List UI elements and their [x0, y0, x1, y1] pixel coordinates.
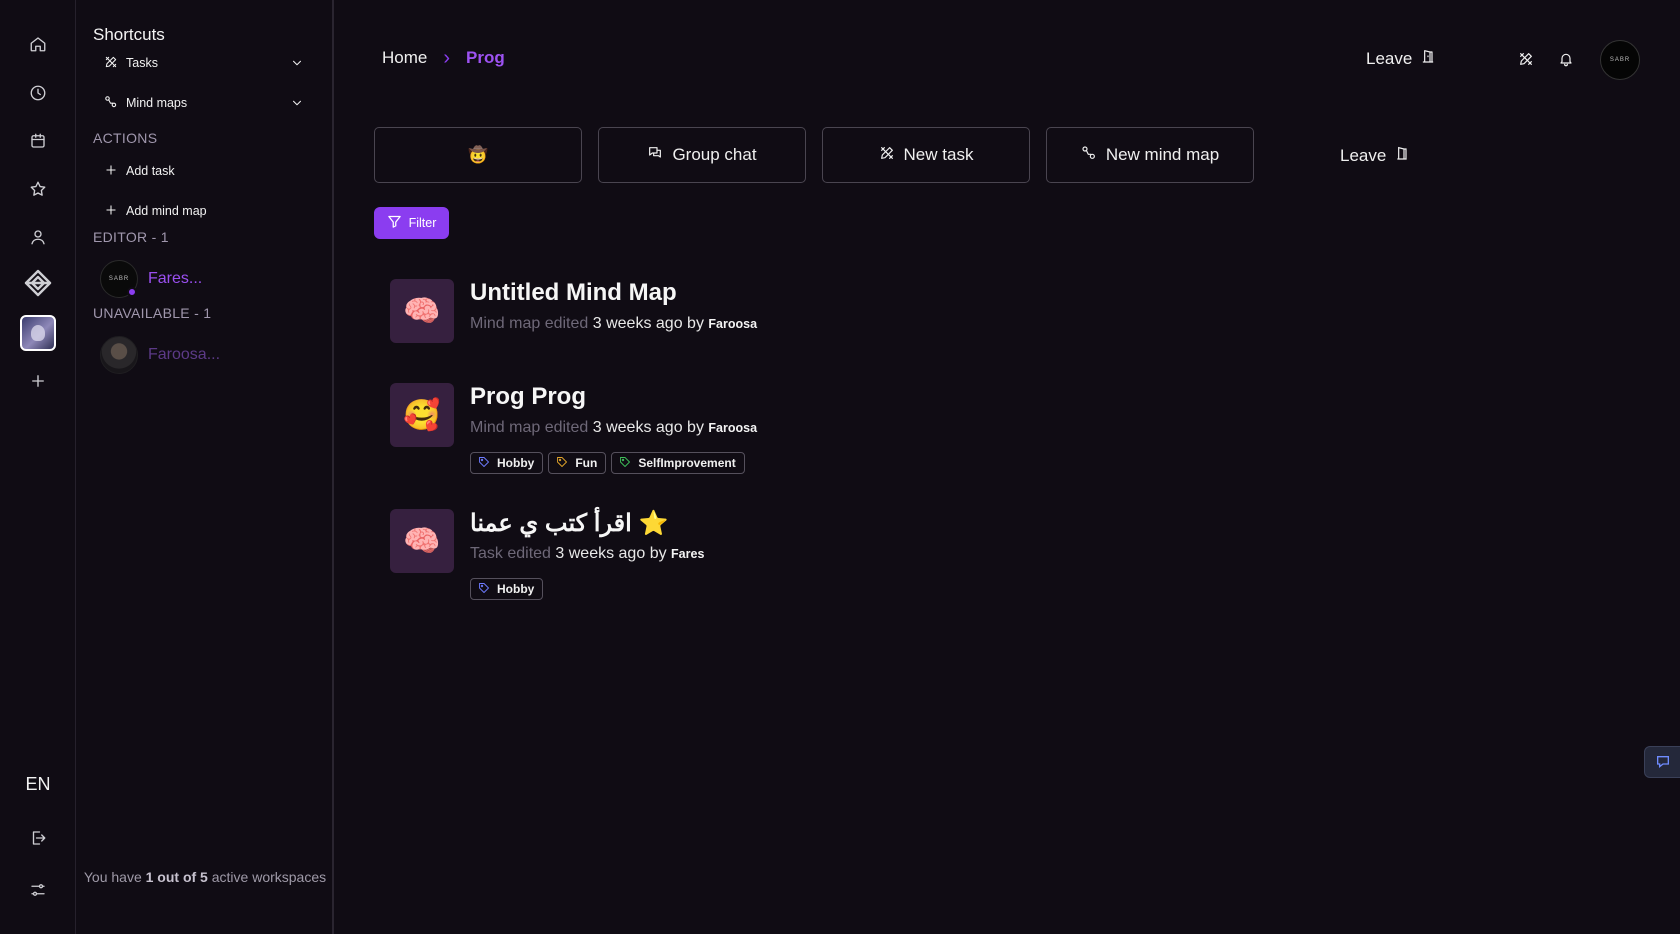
new-task-button[interactable]: New task	[822, 127, 1030, 183]
settings-sliders-icon[interactable]	[20, 872, 56, 908]
online-status-dot	[127, 287, 137, 297]
add-mind-map-label: Add mind map	[126, 204, 207, 218]
shortcut-mind-maps[interactable]: Mind maps	[104, 91, 304, 115]
leave-button[interactable]: Leave	[1340, 145, 1410, 166]
tag-fun[interactable]: Fun	[548, 452, 607, 474]
tag-selfimprovement[interactable]: SelfImprovement	[611, 452, 745, 474]
shortcut-label: Mind maps	[126, 96, 188, 110]
breadcrumb-current[interactable]: Prog	[466, 48, 505, 68]
home-icon[interactable]	[20, 26, 56, 62]
item-title[interactable]: Untitled Mind Map	[470, 279, 677, 307]
unavailable-section-title: UNAVAILABLE - 1	[93, 305, 212, 321]
tag-hobby[interactable]: Hobby	[470, 452, 544, 474]
workspace-limit-note: You have 1 out of 5 active workspaces	[83, 869, 327, 885]
logout-icon[interactable]	[20, 820, 56, 856]
tag-hobby[interactable]: Hobby	[470, 578, 544, 600]
plus-icon	[104, 203, 118, 220]
star-emoji: ⭐	[638, 510, 669, 537]
new-task-label: New task	[903, 145, 974, 164]
item-title[interactable]: Prog Prog	[470, 383, 586, 411]
language-switcher[interactable]: EN	[0, 774, 76, 795]
user-icon[interactable]	[20, 219, 56, 255]
shortcuts-title: Shortcuts	[93, 25, 165, 44]
add-task-button[interactable]: Add task	[104, 159, 304, 183]
calendar-icon[interactable]	[20, 123, 56, 159]
avatar-text: SABR	[1609, 57, 1631, 63]
member-editor[interactable]: SABR Fares...	[100, 258, 310, 300]
avatar-text: SABR	[108, 276, 130, 282]
workspace-emoji-button[interactable]: 🤠	[374, 127, 582, 183]
workspace-count: 1 out of 5	[145, 869, 208, 885]
filter-button[interactable]: Filter	[374, 207, 449, 239]
tag-icon	[556, 456, 568, 471]
user-avatar[interactable]: SABR	[1600, 40, 1640, 80]
item-author: Faroosa	[708, 317, 758, 331]
door-icon	[1420, 48, 1436, 69]
chevron-down-icon[interactable]	[290, 96, 304, 113]
tag-icon	[478, 456, 490, 471]
new-mind-map-button[interactable]: New mind map	[1046, 127, 1254, 183]
avatar: SABR	[100, 260, 138, 298]
group-chat-button[interactable]: Group chat	[598, 127, 806, 183]
filter-label: Filter	[408, 216, 437, 230]
door-icon	[1394, 145, 1410, 166]
tasks-icon	[879, 145, 895, 166]
add-task-label: Add task	[126, 164, 175, 178]
item-emoji[interactable]: 🧠	[390, 509, 454, 573]
chevron-right-icon: ›	[443, 47, 451, 69]
feedback-widget-icon[interactable]	[1644, 746, 1680, 778]
item-emoji[interactable]: 🥰	[390, 383, 454, 447]
member-unavailable[interactable]: Faroosa...	[100, 334, 310, 376]
leave-label: Leave	[1340, 145, 1387, 165]
app-root: EN Shortcuts Tasks Mind maps ACTIONS Add…	[0, 0, 1680, 934]
item-emoji[interactable]: 🧠	[390, 279, 454, 343]
shortcut-label: Tasks	[126, 56, 158, 70]
leave-workspace-button[interactable]: Leave	[1366, 48, 1436, 69]
tasks-icon[interactable]	[1515, 48, 1537, 70]
item-author: Fares	[671, 547, 705, 561]
actions-title: ACTIONS	[93, 130, 158, 146]
item-meta: Mind map edited 3 weeks ago by Faroosa	[470, 419, 758, 436]
plus-icon	[104, 163, 118, 180]
group-chat-label: Group chat	[672, 145, 757, 164]
leave-label: Leave	[1366, 48, 1413, 68]
mindmap-icon	[1081, 145, 1097, 166]
new-mind-map-label: New mind map	[1105, 145, 1220, 164]
workspace-avatar[interactable]	[20, 315, 56, 351]
workspace-emoji: 🤠	[468, 147, 488, 164]
chevron-down-icon[interactable]	[290, 56, 304, 73]
editor-section-title: EDITOR - 1	[93, 229, 169, 245]
item-author: Faroosa	[708, 421, 758, 435]
item-title[interactable]: اقرأ كتب ي عمنا ⭐	[470, 509, 668, 538]
tag-icon	[478, 582, 490, 597]
star-icon[interactable]	[20, 171, 56, 207]
icon-rail: EN	[0, 0, 76, 934]
item-meta: Task edited 3 weeks ago by Fares	[470, 545, 705, 562]
member-name: Fares...	[148, 270, 203, 287]
tag-list: Hobby Fun SelfImprovement	[470, 452, 745, 474]
mindmap-icon	[104, 95, 118, 112]
plus-icon[interactable]	[20, 363, 56, 399]
member-name: Faroosa...	[148, 346, 221, 363]
sabr-logo-icon[interactable]	[20, 266, 56, 302]
avatar	[100, 336, 138, 374]
tag-list: Hobby	[470, 578, 544, 600]
filter-icon	[387, 214, 402, 232]
item-meta: Mind map edited 3 weeks ago by Faroosa	[470, 315, 758, 332]
bell-icon[interactable]	[1555, 48, 1577, 70]
add-mind-map-button[interactable]: Add mind map	[104, 199, 304, 223]
tasks-icon	[104, 55, 118, 72]
sidebar: Shortcuts Tasks Mind maps ACTIONS Add ta…	[76, 0, 334, 934]
chat-icon	[647, 145, 663, 166]
breadcrumb-home[interactable]: Home	[382, 48, 427, 68]
breadcrumb: Home › Prog	[382, 48, 505, 68]
tag-icon	[619, 456, 631, 471]
clock-icon[interactable]	[20, 75, 56, 111]
shortcut-tasks[interactable]: Tasks	[104, 51, 304, 75]
